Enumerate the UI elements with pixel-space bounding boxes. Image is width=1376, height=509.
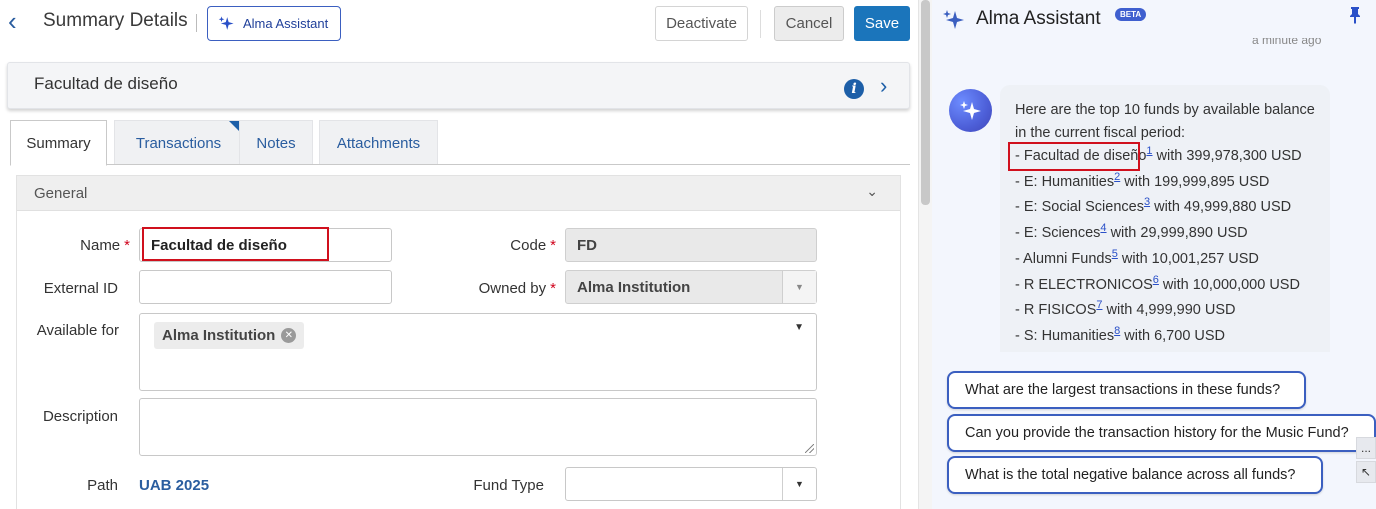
fund-balance: with 399,978,300 USD xyxy=(1152,148,1302,164)
available-for-label: Available for xyxy=(36,322,119,339)
suggestion-button[interactable]: Can you provide the transaction history … xyxy=(947,414,1376,452)
scrollbar-thumb[interactable] xyxy=(921,0,930,205)
code-field: FD xyxy=(565,228,817,262)
fund-list-item: - S: Humanities8 with 6,700 USD xyxy=(1015,324,1315,350)
section-title: General xyxy=(34,185,88,202)
assistant-panel: Alma Assistant BETA a minute ago Here ar… xyxy=(932,0,1376,509)
dropdown-caret-icon[interactable]: ▼ xyxy=(782,468,816,500)
description-textarea[interactable] xyxy=(139,398,817,456)
fund-balance: with 6,700 USD xyxy=(1120,327,1226,344)
owned-by-value: Alma Institution xyxy=(577,278,691,296)
fund-balance: with 199,999,895 USD xyxy=(1120,173,1270,190)
record-editor: ‹ Summary Details Alma Assistant Deactiv… xyxy=(0,0,918,509)
required-mark: * xyxy=(550,280,556,297)
page-header: ‹ Summary Details Alma Assistant Deactiv… xyxy=(0,0,918,52)
info-icon[interactable]: i xyxy=(844,79,864,99)
tab-attachments[interactable]: Attachments xyxy=(319,120,438,165)
owned-by-label-text: Owned by xyxy=(478,280,547,297)
alma-assistant-button-label: Alma Assistant xyxy=(243,16,329,31)
fund-balance: with 49,999,880 USD xyxy=(1150,199,1292,216)
fund-list-item: - E: Social Sciences3 with 49,999,880 US… xyxy=(1015,195,1315,221)
fund-name: - R FISICOS xyxy=(1015,302,1097,319)
fund-name: - E: Sciences xyxy=(1015,225,1101,242)
tabs-underline xyxy=(10,164,910,165)
fund-name: - E: Social Sciences xyxy=(1015,199,1144,216)
pin-icon[interactable] xyxy=(1348,6,1362,24)
dropdown-caret-icon[interactable]: ▼ xyxy=(794,322,804,333)
available-for-multiselect[interactable]: Alma Institution ✕ ▼ xyxy=(139,313,817,391)
message-fade xyxy=(1000,352,1330,366)
fund-name: - R ELECTRONICOS xyxy=(1015,276,1153,293)
chevron-down-icon[interactable]: ⌄ xyxy=(866,183,878,200)
fund-balance: with 10,001,257 USD xyxy=(1117,250,1259,267)
beta-badge: BETA xyxy=(1115,8,1147,21)
cancel-button[interactable]: Cancel xyxy=(774,6,844,41)
sparkle-icon xyxy=(943,10,964,29)
assistant-message: Here are the top 10 funds by available b… xyxy=(1000,85,1330,365)
external-id-field[interactable] xyxy=(139,270,392,304)
more-options-button[interactable]: ... xyxy=(1356,437,1376,459)
tab-summary[interactable]: Summary xyxy=(10,120,107,166)
sparkle-icon xyxy=(959,100,981,120)
save-button[interactable]: Save xyxy=(854,6,910,41)
name-highlight-box xyxy=(142,227,329,261)
fund-list-item: - Alumni Funds5 with 10,001,257 USD xyxy=(1015,247,1315,273)
fund-balance: with 4,999,990 USD xyxy=(1102,302,1236,319)
fund-type-select[interactable]: ▼ xyxy=(565,467,817,501)
fund-list-item: - E: Humanities2 with 199,999,895 USD xyxy=(1015,170,1315,196)
required-mark: * xyxy=(550,237,556,254)
fund-balance: with 29,999,890 USD xyxy=(1106,225,1248,242)
sparkle-icon xyxy=(218,16,234,30)
owned-by-label: Owned by * xyxy=(440,280,556,297)
fund-list: - Facultad de diseño1 with 399,978,300 U… xyxy=(1015,144,1315,366)
tab-transactions[interactable]: Transactions xyxy=(114,120,243,165)
chip-label: Alma Institution xyxy=(162,327,276,344)
assistant-avatar xyxy=(949,89,992,132)
chevron-right-icon[interactable]: › xyxy=(880,73,887,99)
fund-name: - E: Humanities xyxy=(1015,173,1115,190)
tab-notes[interactable]: Notes xyxy=(239,120,313,165)
required-mark: * xyxy=(124,237,130,254)
assistant-title: Alma Assistant xyxy=(976,8,1101,29)
path-link[interactable]: UAB 2025 xyxy=(139,477,209,494)
code-label: Code * xyxy=(440,237,556,254)
deactivate-button[interactable]: Deactivate xyxy=(655,6,748,41)
fund-balance: with 10,000,000 USD xyxy=(1158,276,1300,293)
general-section-header[interactable]: General ⌄ xyxy=(17,176,900,211)
fund-type-label: Fund Type xyxy=(473,477,544,494)
record-tabs: Summary Transactions Notes Attachments xyxy=(10,120,910,166)
fund-list-item: - E: Sciences4 with 29,999,890 USD xyxy=(1015,221,1315,247)
name-label-text: Name xyxy=(80,237,121,254)
fund-name: - Alumni Funds xyxy=(1015,250,1112,267)
external-id-label: External ID xyxy=(43,280,118,297)
record-title: Facultad de diseño xyxy=(34,74,178,93)
suggestion-button[interactable]: What are the largest transactions in the… xyxy=(947,371,1306,409)
path-label: Path xyxy=(87,477,118,494)
description-label: Description xyxy=(42,408,118,425)
owned-by-select[interactable]: Alma Institution ▼ xyxy=(565,270,817,304)
suggestion-button[interactable]: What is the total negative balance acros… xyxy=(947,456,1323,494)
page-title: Summary Details xyxy=(43,10,188,31)
fund-highlight-box xyxy=(1008,142,1140,171)
resize-handle-icon[interactable] xyxy=(805,444,814,453)
tab-transactions-label: Transactions xyxy=(135,134,222,152)
alma-assistant-button[interactable]: Alma Assistant xyxy=(207,6,341,41)
back-chevron-icon[interactable]: ‹ xyxy=(8,8,28,35)
dropdown-caret-icon[interactable]: ▼ xyxy=(782,271,816,303)
remove-chip-icon[interactable]: ✕ xyxy=(281,328,297,343)
record-header-bar: Facultad de diseño i › xyxy=(7,62,910,109)
message-intro: Here are the top 10 funds by available b… xyxy=(1015,102,1315,141)
title-divider xyxy=(196,14,197,32)
collapse-arrow-icon[interactable]: ↖ xyxy=(1356,461,1376,483)
code-label-text: Code xyxy=(510,237,547,254)
fund-list-item: - R ELECTRONICOS6 with 10,000,000 USD xyxy=(1015,273,1315,299)
fund-list-item: - R FISICOS7 with 4,999,990 USD xyxy=(1015,298,1315,324)
name-label: Name * xyxy=(20,237,130,254)
toolbar-divider xyxy=(760,10,761,38)
assistant-header: Alma Assistant BETA xyxy=(932,0,1376,40)
fund-name: - S: Humanities xyxy=(1015,327,1115,344)
available-for-chip: Alma Institution ✕ xyxy=(154,322,305,349)
